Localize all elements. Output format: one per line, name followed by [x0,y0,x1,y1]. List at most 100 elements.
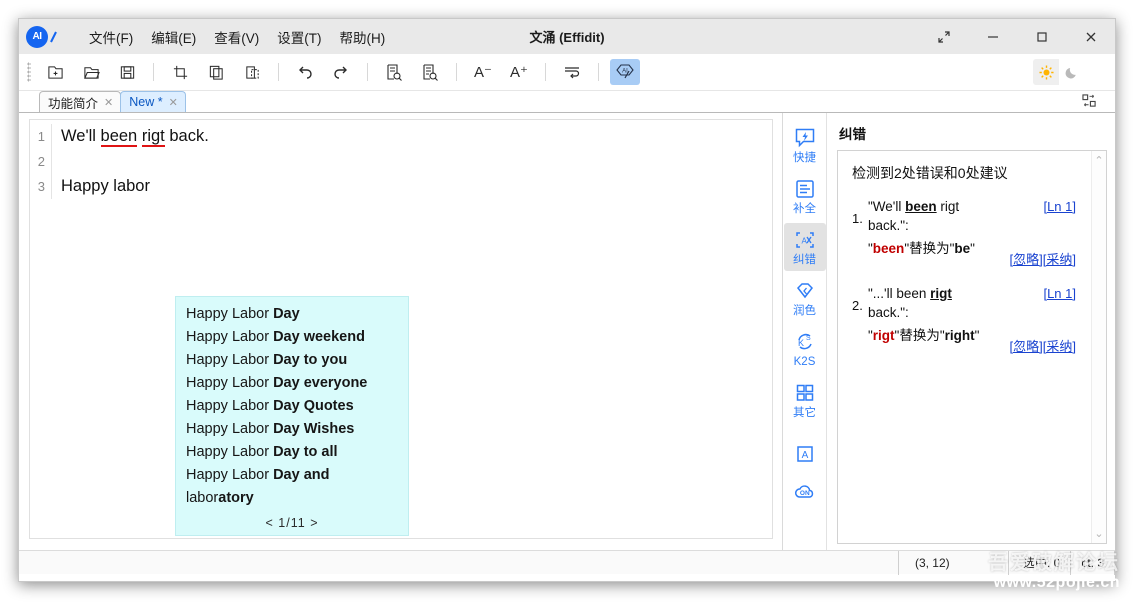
ai-assist-icon[interactable]: AI [610,59,640,85]
split-layout-icon[interactable] [1082,94,1097,111]
accept-link[interactable]: [采纳] [1043,339,1076,354]
spelling-error-rigt[interactable]: rigt [141,127,165,147]
fix-quote-close: " [974,328,980,343]
ignore-link[interactable]: [忽略] [1010,339,1043,354]
detection-summary: 检测到2处错误和0处建议 [852,165,1008,181]
new-file-icon[interactable] [40,59,70,85]
tab-new[interactable]: New * ✕ [120,91,186,112]
suggestion-item[interactable]: Happy Labor Day everyone [176,372,408,395]
expand-button[interactable] [919,19,968,54]
text-editor[interactable]: 1 We'll been rigt back. 2 3 Happy labor [29,119,773,539]
paste-icon[interactable] [237,59,267,85]
suggestion-item[interactable]: Happy Labor Day [176,303,408,326]
app-logo-text: AI [32,31,43,42]
menu-edit[interactable]: 编辑(E) [143,24,204,50]
sun-icon[interactable] [1033,59,1059,85]
wrap-text-icon[interactable] [557,59,587,85]
feature-rail: 快捷 补全 A 纠错 润色 K S K2S 其它 A ON [783,113,827,550]
rail-item-quick[interactable]: 快捷 [784,121,826,169]
save-icon[interactable] [112,59,142,85]
tab-bar: 功能简介 ✕ New * ✕ [19,91,1115,113]
menu-file[interactable]: 文件(F) [81,24,141,50]
menu-help[interactable]: 帮助(H) [332,24,394,50]
suggestion-item[interactable]: Happy Labor Day Quotes [176,395,408,418]
suggestion-item[interactable]: Happy Labor Day to all [176,441,408,464]
line-link[interactable]: [Ln 1] [1043,284,1076,301]
undo-icon[interactable] [290,59,320,85]
suggestion-completion: Day Quotes [273,398,354,414]
pager-prev-button[interactable]: < [266,516,274,530]
moon-icon[interactable] [1059,59,1085,85]
editor-lines: 1 We'll been rigt back. 2 3 Happy labor [30,120,772,199]
menu-view[interactable]: 查看(V) [206,24,267,50]
suggestion-prefix: labor [186,490,219,506]
suggestion-item[interactable]: laboratory [176,487,408,510]
line-link[interactable]: [Ln 1] [1043,197,1076,214]
toolbar-separator [456,63,457,81]
rail-item-complete[interactable]: 补全 [784,172,826,220]
status-message-area [19,550,899,575]
line-text[interactable]: We'll been rigt back. [52,124,209,149]
toolbar-separator [545,63,546,81]
svg-text:ON: ON [799,490,809,497]
issue-quote: "We'll been rigt back.": [868,197,996,235]
theme-toggle-group [1033,59,1085,85]
replace-icon[interactable] [415,59,445,85]
open-folder-icon[interactable] [76,59,106,85]
rail-item-k2s[interactable]: KS K2S [784,325,826,373]
suggestion-prefix: Happy Labor [186,375,274,391]
watermark-line-1: 吾爱破解论坛 [988,552,1120,574]
scroll-down-icon[interactable]: ⌄ [1094,527,1103,540]
rail-label: 快捷 [793,152,816,164]
rail-item-polish[interactable]: 润色 [784,274,826,322]
lightning-bubble-icon [794,126,816,150]
suggestion-completion: Day and [273,467,330,483]
suggestion-prefix: Happy Labor [186,398,274,414]
issue-quote: "...'ll been rigt back.": [868,284,996,322]
font-increase-icon[interactable]: A⁺ [504,59,534,85]
k2s-icon: KS [794,330,816,354]
panel-scrollbar[interactable]: ⌃ ⌄ [1091,151,1106,543]
suggestion-item[interactable]: Happy Labor Day to you [176,349,408,372]
title-bar: AI 文件(F) 编辑(E) 查看(V) 设置(T) 帮助(H) 文涌 (Eff… [19,19,1115,54]
close-button[interactable] [1066,19,1115,54]
application-window: AI 文件(F) 编辑(E) 查看(V) 设置(T) 帮助(H) 文涌 (Eff… [18,18,1116,582]
scroll-up-icon[interactable]: ⌃ [1094,154,1103,167]
suggestion-item[interactable]: Happy Labor Day Wishes [176,418,408,441]
find-icon[interactable] [379,59,409,85]
spelling-error-been[interactable]: been [100,127,138,147]
redo-icon[interactable] [326,59,356,85]
copy-icon[interactable] [201,59,231,85]
suggestion-item[interactable]: Happy Labor Day and [176,464,408,487]
fix-correct-word: be [954,241,971,256]
rail-item-other[interactable]: 其它 [784,376,826,424]
maximize-button[interactable] [1017,19,1066,54]
toolbar-grip[interactable] [27,62,31,82]
rail-item-correct[interactable]: A 纠错 [783,223,826,271]
cut-icon[interactable] [165,59,195,85]
gem-icon [794,279,816,303]
tab-intro[interactable]: 功能简介 ✕ [39,91,122,112]
font-decrease-icon[interactable]: A⁻ [468,59,498,85]
grid-icon [794,381,816,405]
window-controls [919,19,1115,54]
rail-label: 补全 [793,203,816,215]
tab-close-icon[interactable]: ✕ [104,96,113,109]
tab-intro-label: 功能简介 [48,96,99,111]
suggestion-completion: Day everyone [273,375,368,391]
minimize-button[interactable] [968,19,1017,54]
rail-item-font[interactable]: A [784,437,826,472]
rail-label: 润色 [793,305,816,317]
suggestion-completion: Day to all [273,444,338,460]
ignore-link[interactable]: [忽略] [1010,252,1043,267]
toolbar-separator [278,63,279,81]
suggestion-pager: < 1/11 > [176,510,408,533]
pager-next-button[interactable]: > [310,516,318,530]
rail-item-online-status[interactable]: ON [784,475,826,510]
tab-close-icon[interactable]: ✕ [169,96,178,109]
accept-link[interactable]: [采纳] [1043,252,1076,267]
editor-area: 1 We'll been rigt back. 2 3 Happy labor [19,113,783,550]
line-text[interactable]: Happy labor [52,174,150,199]
menu-settings[interactable]: 设置(T) [269,24,329,50]
suggestion-item[interactable]: Happy Labor Day weekend [176,326,408,349]
